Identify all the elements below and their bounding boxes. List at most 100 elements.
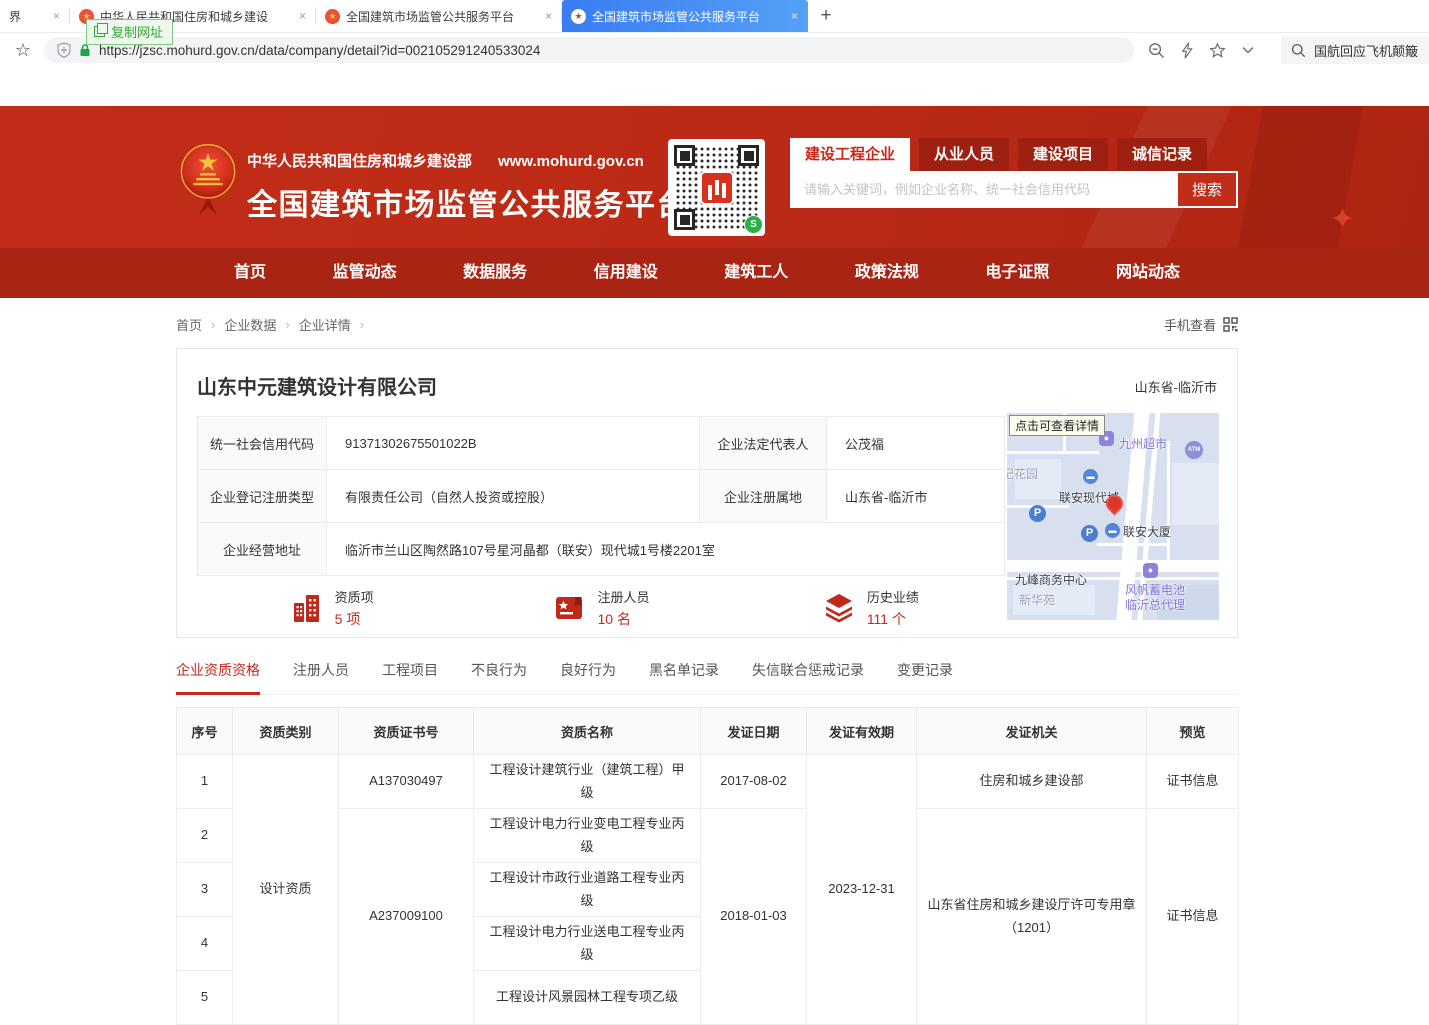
browser-tab-active[interactable]: ★ 全国建筑市场监管公共服务平台 ×: [562, 0, 808, 32]
breadcrumb-company-detail[interactable]: 企业详情: [299, 315, 351, 334]
close-icon[interactable]: ×: [544, 9, 553, 23]
url-field[interactable]: https://jzsc.mohurd.gov.cn/data/company/…: [44, 37, 1134, 63]
ministry-name: 中华人民共和国住房和城乡建设部: [247, 150, 472, 171]
qualification-table: 序号 资质类别 资质证书号 资质名称 发证日期 发证有效期 发证机关 预览 1 …: [176, 707, 1239, 1025]
quick-search-box[interactable]: 国航回应飞机颠簸: [1281, 36, 1429, 64]
lightning-icon[interactable]: [1180, 42, 1194, 59]
map-label-garden: 记花园: [1007, 465, 1038, 482]
reg-region-label: 企业注册属地: [700, 470, 827, 523]
table-row: 企业经营地址 临沂市兰山区陶然路107号星河晶都（联安）现代城1号楼2201室: [198, 523, 1005, 576]
nav-item-workers[interactable]: 建筑工人: [724, 248, 788, 298]
favorite-star-icon[interactable]: [1209, 42, 1226, 59]
search-tab-enterprise[interactable]: 建设工程企业: [790, 138, 910, 171]
tab-registered-personnel[interactable]: 注册人员: [293, 660, 349, 694]
mobile-view-link[interactable]: 手机查看: [1164, 315, 1238, 334]
new-tab-button[interactable]: +: [808, 0, 844, 32]
nav-item-home[interactable]: 首页: [234, 248, 266, 298]
tab-title: 全国建筑市场监管公共服务平台: [592, 8, 784, 25]
close-icon[interactable]: ×: [298, 9, 307, 23]
tab-good-behavior[interactable]: 良好行为: [560, 660, 616, 694]
close-icon[interactable]: ×: [790, 9, 799, 23]
breadcrumb-home[interactable]: 首页: [176, 315, 202, 334]
zoom-out-icon[interactable]: [1148, 42, 1165, 59]
certificate-info-link[interactable]: 证书信息: [1147, 755, 1239, 809]
quick-search-text: 国航回应飞机颠簸: [1314, 41, 1418, 60]
national-emblem-icon: [179, 142, 237, 216]
address-bar: ☆ https://jzsc.mohurd.gov.cn/data/compan…: [0, 33, 1429, 67]
close-icon[interactable]: ×: [52, 9, 61, 23]
cell-no: 3: [177, 863, 233, 917]
cell-name: 工程设计建筑行业（建筑工程）甲级: [474, 755, 701, 809]
breadcrumb: 首页 › 企业数据 › 企业详情 › 手机查看: [176, 315, 1238, 334]
tab-qualifications[interactable]: 企业资质资格: [176, 660, 260, 695]
cell-category: 设计资质: [233, 755, 339, 1025]
qr-corner: [674, 145, 695, 166]
nav-item-site-news[interactable]: 网站动态: [1116, 248, 1180, 298]
search-icon: [1291, 43, 1306, 58]
stat-registered-personnel[interactable]: 注册人员 10 名: [466, 587, 735, 629]
qr-code-icon: [1223, 317, 1238, 332]
breadcrumb-separator: ›: [211, 317, 215, 332]
banner-star-decoration: ✦: [1330, 202, 1355, 237]
building-pin-icon: ▬: [1105, 523, 1120, 538]
stat-value: 111 个: [867, 609, 919, 629]
reg-type-value: 有限责任公司（自然人投资或控股）: [327, 470, 700, 523]
nav-item-e-license[interactable]: 电子证照: [985, 248, 1049, 298]
site-banner: ✦ 中华人民共和国住房和城乡建设部 www.mohurd.gov.cn 全国建: [0, 106, 1429, 248]
parking-icon: P: [1029, 505, 1046, 522]
breadcrumb-separator: ›: [360, 317, 364, 332]
map-road: [1007, 451, 1099, 454]
main-navigation: 首页 监管动态 数据服务 信用建设 建筑工人 政策法规 电子证照 网站动态: [0, 248, 1429, 298]
certificate-info-link[interactable]: 证书信息: [1147, 809, 1239, 1025]
copy-icon: [94, 26, 105, 37]
cell-name: 工程设计电力行业变电工程专业丙级: [474, 809, 701, 863]
stat-qualifications[interactable]: 资质项 5 项: [197, 587, 466, 629]
nav-item-data-service[interactable]: 数据服务: [463, 248, 527, 298]
map-block: [1172, 463, 1219, 525]
site-favicon-icon: ★: [571, 9, 586, 24]
col-header-no: 序号: [177, 708, 233, 755]
bookmark-star-icon[interactable]: ☆: [10, 40, 36, 61]
credit-code-value: 91371302675501022B: [327, 417, 700, 470]
company-region: 山东省-临沂市: [1135, 377, 1217, 396]
ministry-url: www.mohurd.gov.cn: [498, 153, 644, 170]
tab-projects[interactable]: 工程项目: [382, 660, 438, 694]
nav-item-credit[interactable]: 信用建设: [594, 248, 658, 298]
copy-url-tooltip-text: 复制网址: [111, 22, 163, 41]
stat-historical-performance[interactable]: 历史业绩 111 个: [736, 587, 1005, 629]
copy-url-tooltip: 复制网址: [86, 19, 173, 45]
company-name: 山东中元建筑设计有限公司: [197, 371, 1217, 400]
tab-change-records[interactable]: 变更记录: [897, 660, 953, 694]
shield-icon[interactable]: [57, 42, 71, 58]
nav-item-supervision[interactable]: 监管动态: [333, 248, 397, 298]
search-button[interactable]: 搜索: [1176, 171, 1238, 208]
browser-tab-0[interactable]: 界 ×: [0, 0, 70, 32]
credit-code-label: 统一社会信用代码: [198, 417, 327, 470]
search-tab-credit[interactable]: 诚信记录: [1117, 138, 1207, 171]
address-value: 临沂市兰山区陶然路107号星河晶都（联安）现代城1号楼2201室: [327, 523, 1005, 576]
reg-region-value: 山东省-临沂市: [827, 470, 1005, 523]
battery-pin-icon: ●: [1143, 563, 1158, 578]
map-label-xinhuayuan: 新华苑: [1019, 591, 1055, 608]
map-label-battery-2: 临沂总代理: [1125, 596, 1185, 613]
company-card: 山东中元建筑设计有限公司 山东省-临沂市 统一社会信用代码 9137130267…: [176, 348, 1238, 638]
location-map[interactable]: 点击可查看详情 ● 九州超市 ATM 记花园 ▬ 联安现代城 ▬ 联安大厦 P …: [1007, 413, 1219, 620]
cell-cert-no: A137030497: [339, 755, 474, 809]
tab-dishonesty[interactable]: 失信联合惩戒记录: [752, 660, 864, 694]
keyword-search-input[interactable]: [790, 171, 1176, 208]
cell-cert-no: A237009100: [339, 809, 474, 1025]
map-label-tower: 联安大厦: [1123, 523, 1171, 540]
browser-tab-2[interactable]: ★ 全国建筑市场监管公共服务平台 ×: [316, 0, 562, 32]
qr-miniprogram-icon: S: [744, 215, 763, 234]
table-row: 统一社会信用代码 91371302675501022B 企业法定代表人 公茂福: [198, 417, 1005, 470]
chevron-down-icon[interactable]: [1241, 45, 1255, 55]
tab-blacklist[interactable]: 黑名单记录: [649, 660, 719, 694]
certificate-icon: [552, 591, 586, 625]
search-tab-personnel[interactable]: 从业人员: [919, 138, 1009, 171]
company-stats: 资质项 5 项 注册人员 10 名 历史业绩: [197, 587, 1005, 629]
tab-bad-behavior[interactable]: 不良行为: [471, 660, 527, 694]
search-tab-project[interactable]: 建设项目: [1018, 138, 1108, 171]
breadcrumb-company-data[interactable]: 企业数据: [224, 315, 276, 334]
map-label-supermarket: 九州超市: [1119, 435, 1167, 452]
nav-item-policy[interactable]: 政策法规: [855, 248, 919, 298]
